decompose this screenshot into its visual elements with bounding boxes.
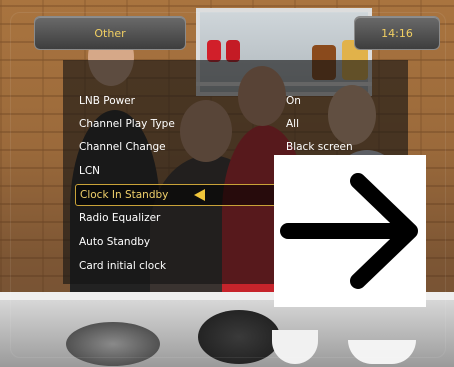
menu-item-label: LCN <box>79 165 101 177</box>
menu-item-label: Clock In Standby <box>80 189 169 201</box>
menu-item-label: Card initial clock <box>79 260 167 272</box>
menu-item-value: Black screen <box>286 141 353 153</box>
menu-item-label: LNB Power <box>79 95 135 107</box>
menu-title: Other <box>94 26 126 40</box>
menu-item-value: All <box>286 118 300 130</box>
menu-item-label: Auto Standby <box>79 236 151 248</box>
clock-bar: 14:16 <box>354 16 440 50</box>
menu-item-label: Channel Change <box>79 141 166 153</box>
menu-title-bar: Other <box>34 16 186 50</box>
menu-item-channel-play-type[interactable]: Channel Play Type All <box>75 114 335 134</box>
menu-item-value: On <box>286 95 301 107</box>
clock-time: 14:16 <box>381 26 413 40</box>
right-arrow-icon <box>280 173 418 289</box>
selection-left-arrow-icon[interactable] <box>194 189 205 201</box>
menu-item-channel-change[interactable]: Channel Change Black screen <box>75 137 353 157</box>
menu-item-lnb-power[interactable]: LNB Power On <box>75 91 335 111</box>
menu-item-label: Radio Equalizer <box>79 212 161 224</box>
right-arrow-overlay <box>274 155 426 307</box>
menu-item-label: Channel Play Type <box>79 118 175 130</box>
